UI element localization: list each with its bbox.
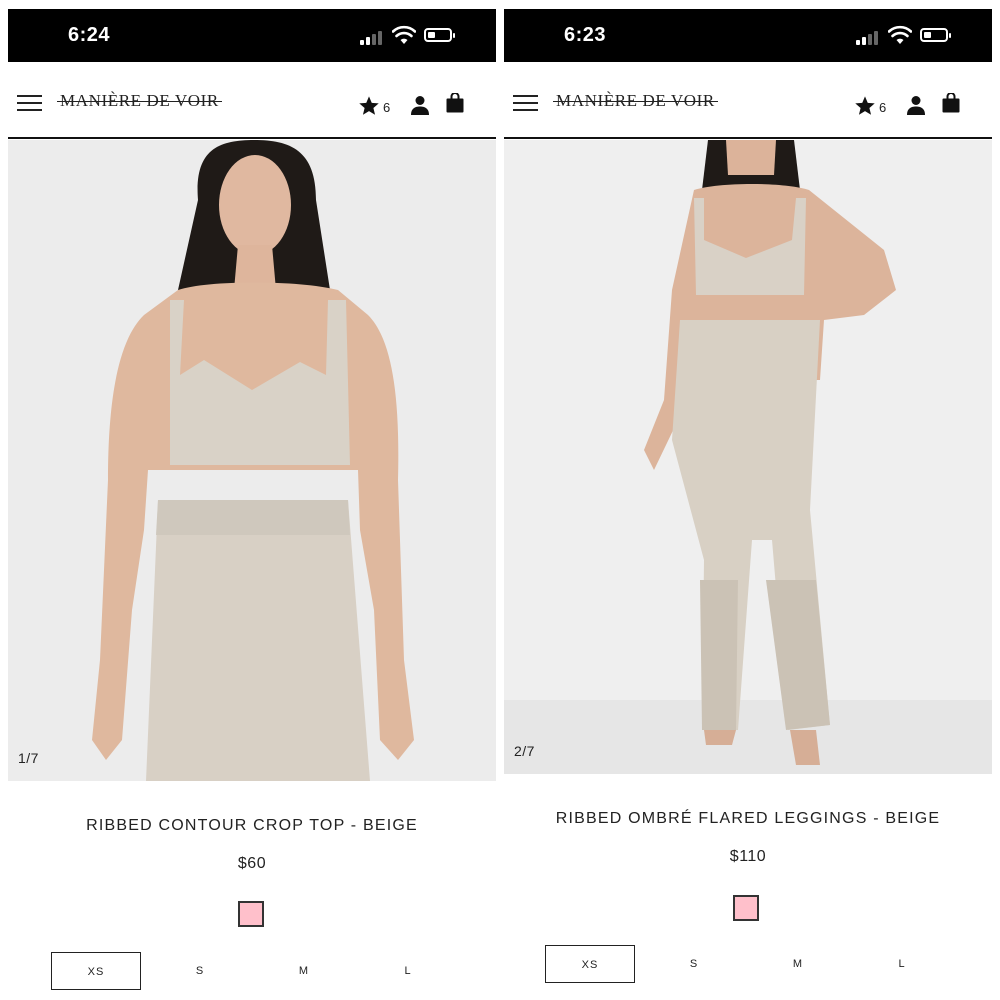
product-price: $60	[237, 855, 267, 872]
menu-icon[interactable]	[513, 95, 538, 113]
product-name: RIBBED CONTOUR CROP TOP - BEIGE	[86, 817, 418, 834]
size-option-m[interactable]: M	[753, 945, 843, 983]
wifi-icon	[888, 25, 912, 44]
wishlist-star-icon[interactable]	[854, 95, 876, 117]
size-option-s[interactable]: S	[649, 945, 739, 983]
status-bar: 6:24	[8, 9, 496, 62]
size-selector: XS S M L	[504, 945, 992, 985]
cellular-signal-icon	[360, 29, 386, 45]
color-swatch-pink[interactable]	[733, 895, 759, 921]
model-photo-crop-top	[8, 140, 496, 781]
image-counter: 2/7	[514, 743, 535, 759]
phone-screen-left: 6:24 MANIÈRE DE VOIR 6 1/7 RIBBED CONTOU…	[8, 9, 496, 1000]
wishlist-star-icon[interactable]	[358, 95, 380, 117]
menu-icon[interactable]	[17, 95, 42, 113]
status-time: 6:24	[68, 24, 111, 46]
size-option-xs[interactable]: XS	[51, 952, 141, 990]
site-header: MANIÈRE DE VOIR 6	[504, 62, 992, 139]
size-option-l[interactable]: L	[363, 952, 453, 990]
color-swatch-pink[interactable]	[238, 901, 264, 927]
status-bar: 6:23	[504, 9, 992, 62]
brand-logo[interactable]: MANIÈRE DE VOIR	[553, 91, 718, 111]
product-image[interactable]: 1/7	[8, 140, 496, 781]
shopping-bag-icon[interactable]	[446, 93, 464, 113]
phone-screen-right: 6:23 MANIÈRE DE VOIR 6 2/7 RIBBED OMBRÉ …	[504, 9, 992, 1000]
size-option-l[interactable]: L	[857, 945, 947, 983]
wifi-icon	[392, 25, 416, 44]
status-time: 6:23	[564, 24, 607, 46]
wishlist-count: 6	[879, 100, 887, 115]
wishlist-count: 6	[383, 100, 391, 115]
brand-logo[interactable]: MANIÈRE DE VOIR	[57, 91, 222, 111]
product-name: RIBBED OMBRÉ FLARED LEGGINGS - BEIGE	[555, 810, 941, 827]
size-selector: XS S M L	[8, 952, 496, 992]
site-header: MANIÈRE DE VOIR 6	[8, 62, 496, 139]
battery-icon	[424, 28, 456, 44]
product-image[interactable]: 2/7	[504, 140, 992, 774]
size-option-xs[interactable]: XS	[545, 945, 635, 983]
model-photo-flared-leggings	[504, 140, 992, 774]
product-price: $110	[729, 848, 767, 865]
account-icon[interactable]	[906, 95, 926, 115]
size-option-s[interactable]: S	[155, 952, 245, 990]
account-icon[interactable]	[410, 95, 430, 115]
image-counter: 1/7	[18, 750, 39, 766]
cellular-signal-icon	[856, 29, 882, 45]
size-option-m[interactable]: M	[259, 952, 349, 990]
battery-icon	[920, 28, 952, 44]
shopping-bag-icon[interactable]	[942, 93, 960, 113]
